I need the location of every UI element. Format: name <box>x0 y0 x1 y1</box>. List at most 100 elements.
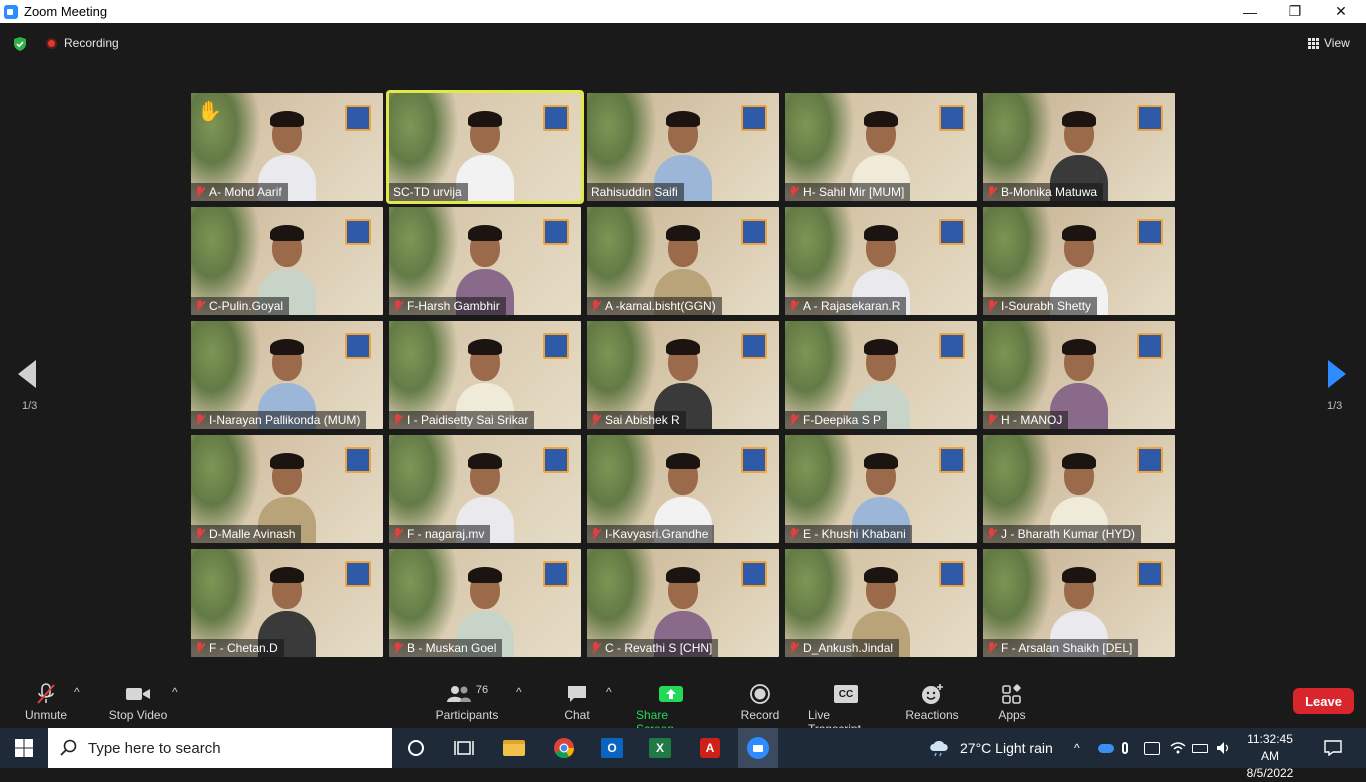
stop-video-button[interactable]: Stop Video <box>108 680 168 722</box>
muted-microphone-icon <box>393 642 403 654</box>
participant-name: B-Monika Matuwa <box>1001 185 1098 199</box>
chat-button[interactable]: Chat <box>560 680 594 722</box>
show-hidden-icons-caret[interactable]: ^ <box>1074 728 1080 768</box>
backdrop-logo <box>939 561 965 587</box>
battery-icon[interactable] <box>1192 728 1208 768</box>
record-button[interactable]: Record <box>740 680 780 722</box>
video-tile[interactable]: A - Rajasekaran.R <box>785 207 977 315</box>
clock-time: 11:32:45 AM <box>1247 732 1293 763</box>
video-tile[interactable]: SC-TD urvija <box>386 90 584 204</box>
cortana-button[interactable] <box>396 732 436 764</box>
video-tile[interactable]: Rahisuddin Saifi <box>587 93 779 201</box>
video-options-caret[interactable]: ^ <box>172 685 178 699</box>
video-tile[interactable]: F-Harsh Gambhir <box>389 207 581 315</box>
reactions-label: Reactions <box>905 708 959 722</box>
chat-options-caret[interactable]: ^ <box>606 685 612 699</box>
page-indicator-right: 1/3 <box>1327 400 1343 412</box>
muted-microphone-icon <box>393 300 403 312</box>
video-tile[interactable]: I-Sourabh Shetty <box>983 207 1175 315</box>
volume-icon[interactable] <box>1216 728 1232 768</box>
zoom-camera-icon <box>747 737 769 759</box>
video-tile[interactable]: H - MANOJ <box>983 321 1175 429</box>
muted-microphone-icon <box>195 414 205 426</box>
video-tile[interactable]: A -kamal.bisht(GGN) <box>587 207 779 315</box>
participants-button[interactable]: 76 Participants <box>435 680 499 722</box>
video-tile[interactable]: J - Bharath Kumar (HYD) <box>983 435 1175 543</box>
next-page-button[interactable] <box>1328 360 1348 390</box>
video-tile[interactable]: H- Sahil Mir [MUM] <box>785 93 977 201</box>
security-shield-icon[interactable] <box>12 36 28 52</box>
video-tile[interactable]: D_Ankush.Jindal <box>785 549 977 657</box>
muted-microphone-icon <box>987 528 997 540</box>
closed-caption-icon: CC <box>834 685 858 703</box>
video-tile[interactable]: B-Monika Matuwa <box>983 93 1175 201</box>
file-explorer-taskbar-button[interactable] <box>494 732 534 764</box>
participant-name-tag: A - Rajasekaran.R <box>785 297 907 315</box>
backdrop-logo <box>741 447 767 473</box>
muted-microphone-icon <box>789 642 799 654</box>
apps-button[interactable]: Apps <box>996 680 1028 722</box>
video-tile[interactable]: Sai Abishek R <box>587 321 779 429</box>
video-tile[interactable]: I - Paidisetty Sai Srikar <box>389 321 581 429</box>
taskbar-search-box[interactable]: Type here to search <box>48 728 392 768</box>
acrobat-taskbar-button[interactable]: A <box>690 732 730 764</box>
recording-label[interactable]: Recording <box>64 36 119 50</box>
video-tile[interactable]: E - Khushi Khabani <box>785 435 977 543</box>
video-tile[interactable]: C-Pulin.Goyal <box>191 207 383 315</box>
video-tile[interactable]: D-Malle Avinash <box>191 435 383 543</box>
participant-name: I-Kavyasri.Grandhe <box>605 527 709 541</box>
microphone-tray-icon[interactable] <box>1122 728 1128 768</box>
backdrop-logo <box>939 219 965 245</box>
onedrive-tray-icon[interactable] <box>1098 728 1114 768</box>
muted-microphone-icon <box>987 186 997 198</box>
close-button[interactable]: ✕ <box>1318 0 1364 23</box>
backdrop-logo <box>543 447 569 473</box>
task-view-button[interactable] <box>444 732 484 764</box>
zoom-taskbar-button[interactable] <box>738 728 778 768</box>
video-tile[interactable]: F - Chetan.D <box>191 549 383 657</box>
participant-name-tag: F - nagaraj.mv <box>389 525 491 543</box>
outlook-taskbar-button[interactable]: O <box>592 732 632 764</box>
page-indicator-left: 1/3 <box>22 400 38 412</box>
chrome-icon <box>554 738 575 759</box>
audio-options-caret[interactable]: ^ <box>74 685 80 699</box>
excel-taskbar-button[interactable]: X <box>640 732 680 764</box>
video-tile[interactable]: I-Kavyasri.Grandhe <box>587 435 779 543</box>
video-tile[interactable]: F - Arsalan Shaikh [DEL] <box>983 549 1175 657</box>
participant-name-tag: Sai Abishek R <box>587 411 686 429</box>
view-button[interactable]: View <box>1302 32 1360 54</box>
notifications-button[interactable] <box>1324 728 1342 768</box>
muted-microphone-icon <box>987 642 997 654</box>
video-tile[interactable]: ✋ A- Mohd Aarif <box>191 93 383 201</box>
participants-icon <box>446 686 471 702</box>
minimize-button[interactable]: — <box>1227 0 1273 23</box>
chrome-taskbar-button[interactable] <box>544 732 584 764</box>
search-icon <box>60 739 77 756</box>
backdrop-logo <box>741 561 767 587</box>
taskbar-clock[interactable]: 11:32:45 AM 8/5/2022 <box>1238 731 1302 782</box>
start-button[interactable] <box>0 728 48 768</box>
video-tile[interactable]: B - Muskan Goel <box>389 549 581 657</box>
share-screen-icon <box>659 686 683 702</box>
restore-button[interactable]: ❐ <box>1272 0 1318 23</box>
participants-options-caret[interactable]: ^ <box>516 685 522 699</box>
wifi-icon[interactable] <box>1170 728 1186 768</box>
unmute-button[interactable]: Unmute <box>24 680 68 722</box>
leave-button[interactable]: Leave <box>1293 688 1354 714</box>
video-tile[interactable]: F - nagaraj.mv <box>389 435 581 543</box>
participant-name: H - MANOJ <box>1001 413 1063 427</box>
video-tile[interactable]: I-Narayan Pallikonda (MUM) <box>191 321 383 429</box>
weather-widget[interactable]: 27°C Light rain <box>928 728 1053 768</box>
backdrop-logo <box>543 561 569 587</box>
participant-name: A -kamal.bisht(GGN) <box>605 299 716 313</box>
video-tile[interactable]: F-Deepika S P <box>785 321 977 429</box>
participant-name-tag: E - Khushi Khabani <box>785 525 912 543</box>
tray-status-icon[interactable] <box>1144 728 1160 768</box>
reactions-button[interactable]: Reactions <box>905 680 959 722</box>
previous-page-button[interactable] <box>18 360 38 390</box>
video-tile[interactable]: C - Revathi S [CHN] <box>587 549 779 657</box>
chat-label: Chat <box>564 708 590 722</box>
stop-video-label: Stop Video <box>108 708 168 722</box>
participant-name: Sai Abishek R <box>605 413 680 427</box>
microphone-muted-icon <box>37 683 55 704</box>
